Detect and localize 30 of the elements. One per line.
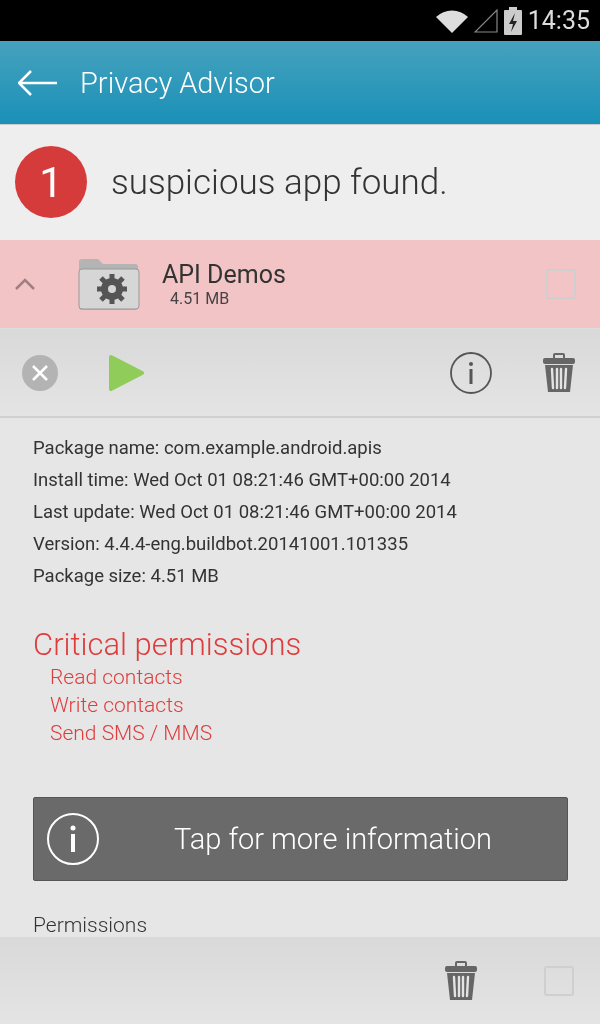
wifi-icon [435, 8, 468, 33]
summary-text: suspicious app found. [111, 161, 448, 203]
play-icon[interactable] [108, 353, 144, 392]
permission-text: Write contacts [50, 692, 185, 720]
info-icon[interactable] [450, 351, 492, 394]
detail-text: Install time: Wed Oct 01 08:21:46 GMT+00:00 2014 [33, 468, 452, 494]
trash-icon[interactable] [542, 352, 576, 393]
back-arrow-icon[interactable] [18, 69, 58, 96]
checkbox[interactable] [546, 269, 576, 300]
clock: 14:35 [527, 6, 590, 36]
trash-icon[interactable] [444, 960, 478, 1001]
battery-icon [503, 6, 522, 35]
info-icon [46, 812, 100, 867]
close-icon[interactable] [22, 354, 58, 391]
section-heading: Critical permissions [33, 626, 303, 664]
folder-gear-icon [78, 258, 140, 311]
section-heading: Permissions [33, 913, 149, 938]
more-info-button[interactable]: Tap for more information [33, 797, 568, 882]
app-size: 4.51 MB [170, 289, 231, 309]
chevron-icon[interactable] [14, 277, 36, 292]
app-title: Privacy Advisor [80, 65, 275, 100]
permission-text: Send SMS / MMS [50, 720, 214, 748]
detail-text: Package size: 4.51 MB [33, 564, 220, 590]
detail-text: Package name: com.example.android.apis [33, 436, 383, 462]
signal-icon [473, 8, 498, 33]
count-badge: 1 [15, 146, 87, 219]
detail-text: Version: 4.4.4-eng.buildbot.20141001.101335 [33, 532, 410, 558]
permission-text: Read contacts [50, 664, 184, 692]
detail-text: Last update: Wed Oct 01 08:21:46 GMT+00:00 2014 [33, 500, 458, 526]
app-name: API Demos [162, 260, 287, 290]
